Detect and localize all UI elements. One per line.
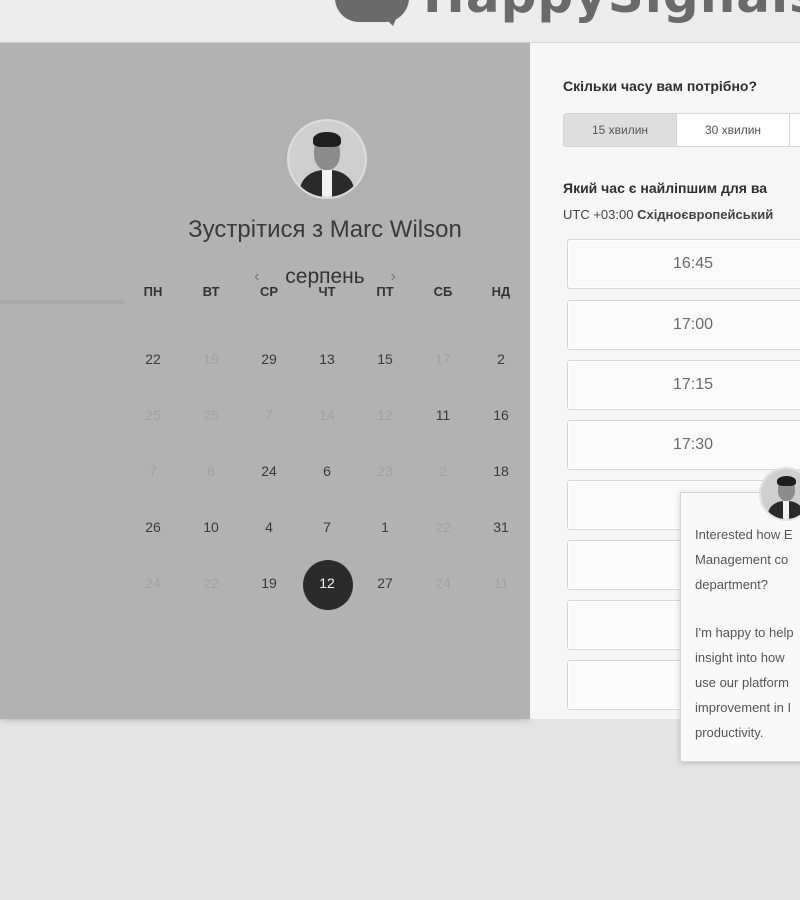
time-slot[interactable]: 17:30	[567, 420, 800, 470]
weekday-label: СБ	[433, 284, 453, 299]
calendar-day-selected[interactable]: 12	[298, 560, 356, 610]
calendar-week: 22 19 29 13 15 17 2	[124, 351, 530, 381]
calendar-day-disabled: 22	[435, 519, 451, 535]
calendar-week: 25 25 7 14 12 11 16	[124, 407, 530, 437]
calendar-day-disabled: 14	[319, 407, 335, 423]
timezone-name: Східноєвропейський	[637, 207, 774, 222]
chat-line: I'm happy to help	[695, 625, 794, 641]
chat-line: department?	[695, 576, 768, 592]
calendar-day[interactable]: 19	[240, 575, 298, 605]
weekday-header: ПН ВТ СР ЧТ ПТ СБ НД	[124, 284, 530, 314]
duration-question: Скільки часу вам потрібно?	[563, 78, 758, 94]
chat-line: use our platform	[695, 674, 789, 690]
calendar-week: 26 10 4 7 1 22 31	[124, 519, 530, 549]
weekday-label: ПТ	[376, 284, 394, 299]
calendar-day[interactable]: 6	[298, 463, 356, 493]
duration-30-button[interactable]: 30 хвилин	[677, 114, 790, 146]
selected-day-label: 12	[319, 575, 335, 591]
calendar-day[interactable]: 16	[472, 407, 530, 437]
chat-line: productivity.	[695, 724, 764, 740]
calendar-day-disabled: 6	[207, 463, 215, 479]
calendar-day-disabled: 24	[145, 575, 161, 591]
weekday-label: НД	[491, 284, 511, 299]
header: HappySignals	[0, 0, 800, 43]
weekday-label: СР	[259, 284, 279, 299]
calendar-week: 24 22 19 12 27 24 11	[124, 560, 530, 610]
chat-line: improvement in I	[695, 699, 792, 715]
host-avatar	[287, 119, 367, 199]
calendar-day[interactable]: 4	[240, 519, 298, 549]
calendar-day-disabled: 19	[203, 351, 219, 367]
calendar-day-disabled: 7	[149, 463, 157, 479]
time-slot[interactable]: 17:15	[567, 360, 800, 410]
chat-message: Interested how E Management co departmen…	[695, 523, 800, 745]
speech-bubble-icon	[335, 0, 409, 26]
calendar-day[interactable]: 22	[124, 351, 182, 381]
calendar-day-disabled: 11	[493, 575, 509, 591]
calendar-day[interactable]: 15	[356, 351, 414, 381]
calendar-day[interactable]: 24	[240, 463, 298, 493]
divider	[0, 300, 124, 304]
time-slot[interactable]: 17:00	[567, 300, 800, 350]
chat-line: insight into how	[695, 650, 785, 666]
calendar-day[interactable]: 13	[298, 351, 356, 381]
chat-popup[interactable]: Interested how E Management co departmen…	[680, 467, 800, 762]
time-question: Який час є найліпшим для ва	[563, 180, 768, 196]
calendar-week: 7 6 24 6 23 2 18	[124, 463, 530, 493]
weekday-label: ВТ	[202, 284, 220, 299]
calendar-day[interactable]: 10	[182, 519, 240, 549]
calendar-day[interactable]: 1	[356, 519, 414, 549]
logo-text: HappySignals	[423, 0, 800, 24]
calendar-day-disabled: 17	[435, 351, 451, 367]
timezone-offset: UTC +03:00	[563, 207, 634, 222]
calendar-panel: Зустрітися з Marc Wilson ‹ серпень ›	[0, 43, 530, 719]
chevron-left-icon[interactable]: ‹	[234, 268, 279, 285]
time-slot[interactable]: 16:45	[567, 239, 800, 289]
calendar-day[interactable]: 18	[472, 463, 530, 493]
chat-avatar	[759, 467, 800, 521]
calendar-day-disabled: 12	[377, 407, 393, 423]
calendar-day[interactable]: 31	[472, 519, 530, 549]
timezone-label[interactable]: UTC +03:00 Східноєвропейський	[563, 207, 773, 222]
chat-line: Management co	[695, 551, 789, 567]
calendar-day[interactable]: 27	[356, 575, 414, 605]
chevron-right-icon[interactable]: ›	[371, 268, 416, 285]
calendar-day-disabled: 2	[439, 463, 447, 479]
calendar-day-disabled: 22	[203, 575, 219, 591]
chat-line: Interested how E	[695, 527, 793, 542]
calendar-day[interactable]: 11	[414, 407, 472, 437]
calendar-day[interactable]: 2	[472, 351, 530, 381]
calendar-day-disabled: 7	[265, 407, 273, 423]
weekday-label: ЧТ	[318, 284, 336, 299]
calendar-day[interactable]: 29	[240, 351, 298, 381]
calendar-day[interactable]: 26	[124, 519, 182, 549]
weekday-label: ПН	[143, 284, 163, 299]
calendar-day-disabled: 25	[145, 407, 161, 423]
calendar-day[interactable]: 7	[298, 519, 356, 549]
duration-selector: 15 хвилин 30 хвилин	[563, 113, 800, 147]
calendar-day-disabled: 25	[203, 407, 219, 423]
duration-15-button[interactable]: 15 хвилин	[564, 114, 677, 146]
calendar-day-disabled: 23	[377, 463, 393, 479]
calendar-day-disabled: 24	[435, 575, 451, 591]
